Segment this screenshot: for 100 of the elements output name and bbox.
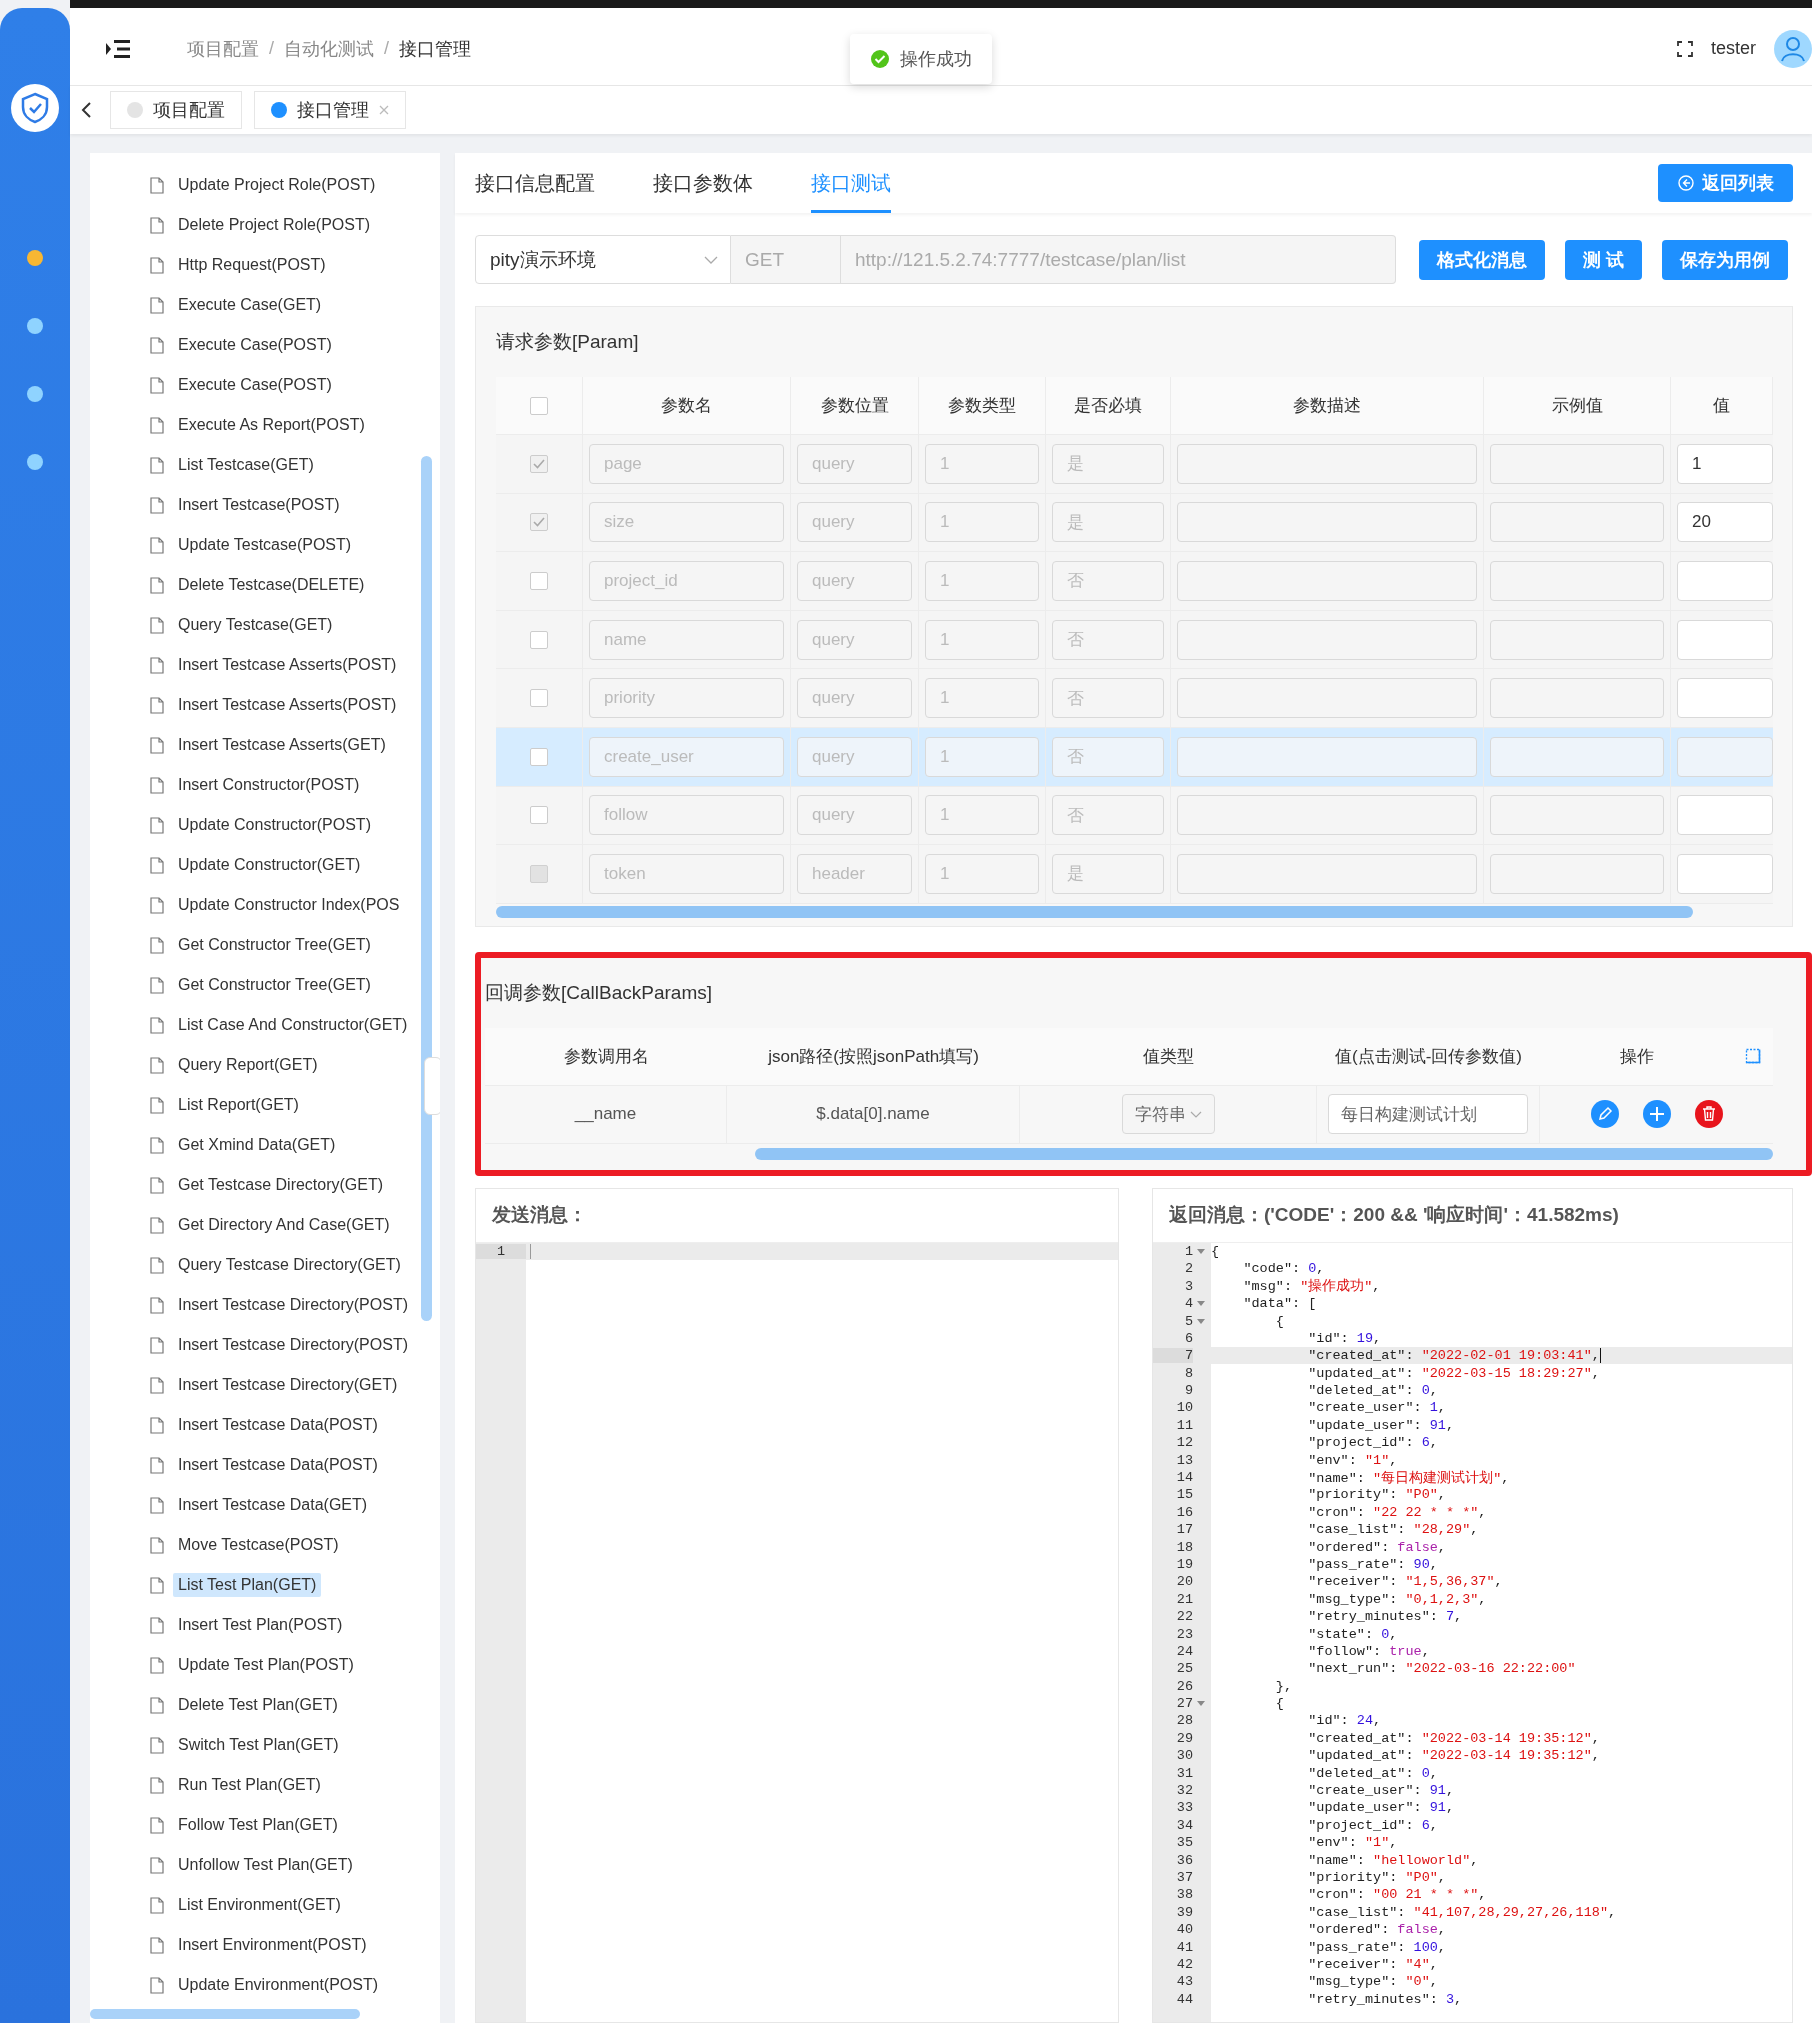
tree-item[interactable]: List Report(GET) [173, 1093, 304, 1117]
tree-item[interactable]: Get Testcase Directory(GET) [173, 1173, 389, 1197]
code-line: "updated_at": "2022-03-15 18:29:27", [1307, 1365, 1600, 1381]
tree-item[interactable]: Move Testcase(POST) [173, 1533, 344, 1557]
environment-select[interactable]: pity演示环境 [475, 235, 731, 284]
tree-item[interactable]: Http Request(POST) [173, 253, 331, 277]
code-line: "case_list": "28,29", [1307, 1522, 1479, 1538]
tree-item[interactable]: Delete Test Plan(GET) [173, 1693, 343, 1717]
checkbox[interactable] [530, 572, 548, 590]
tree-item[interactable]: Execute Case(POST) [173, 373, 337, 397]
add-icon[interactable] [1642, 1100, 1671, 1129]
input-field[interactable] [1677, 678, 1773, 719]
tree-item[interactable]: Update Environment(POST) [173, 1973, 384, 1997]
tree-item[interactable]: Insert Test Plan(POST) [173, 1613, 348, 1637]
tab[interactable]: 接口参数体 [653, 153, 753, 213]
resize-handle[interactable] [424, 1057, 440, 1115]
tree-item[interactable]: Switch Test Plan(GET) [173, 1733, 344, 1757]
tree-item[interactable]: List Testcase(GET) [173, 453, 319, 477]
chevron-left-icon[interactable] [80, 101, 92, 119]
input-field[interactable] [1677, 736, 1773, 777]
tree-item[interactable]: Unfollow Test Plan(GET) [173, 1853, 358, 1877]
tree-item[interactable]: Execute Case(GET) [173, 293, 327, 317]
tree-item[interactable]: Get Constructor Tree(GET) [173, 973, 376, 997]
checkbox[interactable] [530, 454, 548, 473]
tree-item[interactable]: Insert Testcase Data(POST) [173, 1413, 383, 1437]
scrollbar-thumb[interactable] [90, 2009, 360, 2019]
fold-caret-icon[interactable] [1197, 1248, 1205, 1254]
tree-item[interactable]: Update Constructor Index(POS [173, 893, 405, 917]
fold-caret-icon[interactable] [1197, 1301, 1205, 1307]
nav-dot[interactable] [27, 250, 43, 266]
scrollbar-thumb[interactable] [496, 905, 1693, 918]
input-field[interactable] [1677, 619, 1773, 660]
tree-item[interactable]: Insert Environment(POST) [173, 1933, 372, 1957]
tree-item[interactable]: Delete Project Role(POST) [173, 213, 376, 237]
nav-dot[interactable] [27, 386, 43, 402]
avatar-icon[interactable] [1774, 29, 1812, 68]
tree-item[interactable]: Query Testcase(GET) [173, 613, 338, 637]
tree-item[interactable]: Update Constructor(POST) [173, 813, 376, 837]
input-field[interactable] [1677, 795, 1773, 836]
tree-item[interactable]: Update Project Role(POST) [173, 173, 381, 197]
tree-item[interactable]: Insert Testcase Directory(GET) [173, 1373, 403, 1397]
tree-item[interactable]: Insert Constructor(POST) [173, 773, 365, 797]
nav-dot[interactable] [27, 454, 43, 470]
scrollbar-thumb[interactable] [755, 1147, 1773, 1160]
tree-item[interactable]: Insert Testcase Directory(POST) [173, 1333, 413, 1357]
menu-icon[interactable] [105, 38, 131, 59]
fold-caret-icon[interactable] [1197, 1318, 1205, 1324]
code-line: "deleted_at": 0, [1307, 1765, 1438, 1781]
tree-item[interactable]: Query Testcase Directory(GET) [173, 1253, 406, 1277]
checkbox[interactable] [530, 630, 548, 649]
fullscreen-icon[interactable] [1676, 40, 1693, 57]
checkbox[interactable] [530, 747, 548, 766]
page-tag[interactable]: 项目配置 [110, 91, 242, 129]
tree-item[interactable]: Execute Case(POST) [173, 333, 337, 357]
tree-item[interactable]: Get Constructor Tree(GET) [173, 933, 376, 957]
tree-item[interactable]: Insert Testcase Asserts(POST) [173, 653, 402, 677]
tree-item[interactable]: Update Test Plan(POST) [173, 1653, 359, 1677]
tree-item[interactable]: Insert Testcase Data(POST) [173, 1453, 383, 1477]
tree-item[interactable]: Query Report(GET) [173, 1053, 323, 1077]
checkbox[interactable] [530, 396, 548, 415]
breadcrumb-item[interactable]: 项目配置 [187, 36, 259, 61]
tree-item[interactable]: Insert Testcase Data(GET) [173, 1493, 373, 1517]
checkbox[interactable] [530, 689, 548, 708]
scrollbar-thumb[interactable] [421, 456, 432, 1321]
tree-item[interactable]: Get Directory And Case(GET) [173, 1213, 395, 1237]
tree-item[interactable]: Follow Test Plan(GET) [173, 1813, 343, 1837]
tree-item[interactable]: List Case And Constructor(GET) [173, 1013, 413, 1037]
breadcrumb-item[interactable]: 自动化测试 [284, 36, 374, 61]
input-field[interactable] [1677, 561, 1773, 601]
checkbox[interactable] [530, 513, 548, 532]
tree-item[interactable]: Insert Testcase Asserts(POST) [173, 693, 402, 717]
tab[interactable]: 接口信息配置 [475, 153, 595, 213]
close-icon[interactable] [379, 105, 389, 115]
fold-caret-icon[interactable] [1197, 1701, 1205, 1707]
input-field: name [589, 619, 784, 660]
input-field[interactable]: 20 [1677, 502, 1773, 543]
input-field[interactable]: 1 [1677, 443, 1773, 484]
type-select[interactable]: 字符串 [1121, 1094, 1215, 1135]
checkbox[interactable] [530, 806, 548, 825]
shield-logo-icon[interactable] [11, 84, 59, 132]
tree-item[interactable]: Insert Testcase Directory(POST) [173, 1293, 413, 1317]
tree-item[interactable]: List Environment(GET) [173, 1893, 346, 1917]
line-number: 27 [1175, 1696, 1193, 1712]
tree-item[interactable]: List Test Plan(GET) [173, 1573, 322, 1597]
column-settings-icon[interactable] [1745, 1048, 1761, 1065]
tree-item[interactable]: Run Test Plan(GET) [173, 1773, 326, 1797]
file-icon [150, 1656, 164, 1674]
page-tag[interactable]: 接口管理 [254, 91, 406, 129]
delete-icon[interactable] [1694, 1100, 1723, 1129]
tree-item[interactable]: Delete Testcase(DELETE) [173, 573, 370, 597]
tree-item[interactable]: Update Constructor(GET) [173, 853, 366, 877]
tree-item[interactable]: Get Xmind Data(GET) [173, 1133, 341, 1157]
tree-item[interactable]: Execute As Report(POST) [173, 413, 370, 437]
tree-item[interactable]: Insert Testcase(POST) [173, 493, 345, 517]
user-name[interactable]: tester [1710, 38, 1756, 59]
nav-dot[interactable] [27, 318, 43, 334]
input-field[interactable]: 每日构建测试计划 [1328, 1094, 1528, 1135]
tree-item[interactable]: Update Testcase(POST) [173, 533, 357, 557]
edit-icon[interactable] [1590, 1100, 1619, 1129]
tree-item[interactable]: Insert Testcase Asserts(GET) [173, 733, 391, 757]
